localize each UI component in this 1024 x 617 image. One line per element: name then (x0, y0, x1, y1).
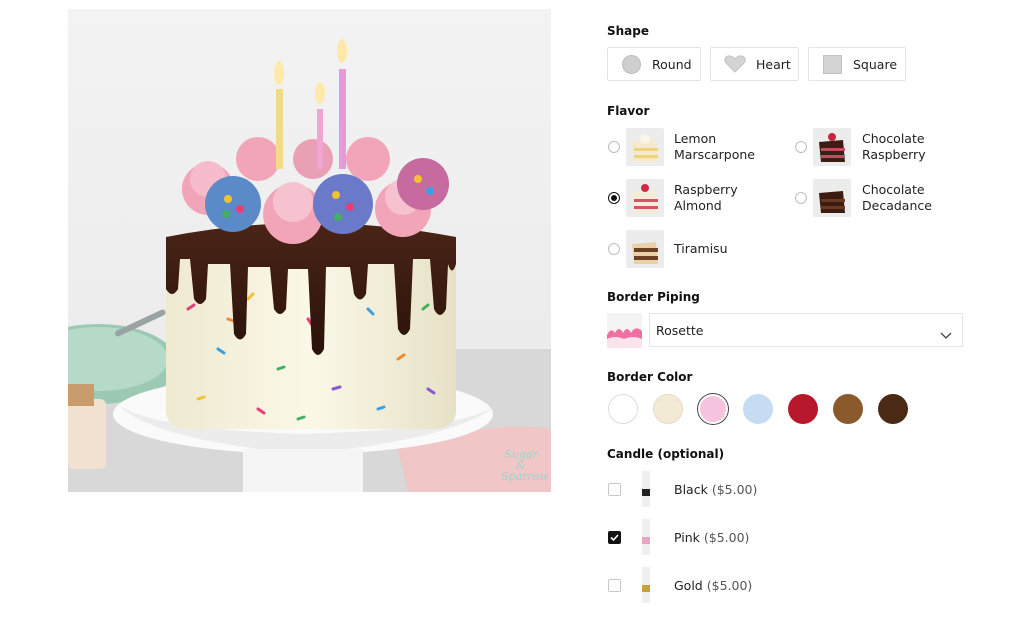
watermark: Sugar & Sparrow (501, 448, 549, 483)
flavor-thumb-lemon-marscarpone (626, 128, 664, 166)
border-piping-thumb (607, 313, 642, 348)
flavor-thumb-chocolate-raspberry (813, 128, 851, 166)
flavor-title: Flavor (607, 104, 650, 118)
checkmark-icon (610, 534, 619, 542)
shape-option-label: Square (853, 56, 898, 72)
candle-name: Black (674, 482, 708, 497)
flavor-thumb-chocolate-decadance (813, 179, 851, 217)
candle-checkbox-pink[interactable] (608, 531, 621, 544)
border-piping-value: Rosette (656, 322, 704, 338)
flavor-label: Raspberry Almond (674, 182, 738, 213)
square-icon (823, 54, 842, 74)
border-color-title: Border Color (607, 370, 693, 384)
flavor-thumb-raspberry-almond (626, 179, 664, 217)
shape-title: Shape (607, 24, 650, 38)
flavor-label: Tiramisu (674, 241, 728, 256)
candle-title: Candle (optional) (607, 447, 725, 461)
candle-price: ($5.00) (703, 530, 750, 545)
cake-image (68, 9, 551, 492)
options-panel: Shape Round Heart Square Flavor Lemon Ma… (607, 0, 987, 617)
candle-checkbox-gold[interactable] (608, 579, 621, 592)
candle-thumb-pink (640, 519, 652, 555)
flavor-thumb-tiramisu (626, 230, 664, 268)
candle-price: ($5.00) (706, 578, 753, 593)
shape-option-heart[interactable]: Heart (710, 47, 799, 81)
border-piping-title: Border Piping (607, 290, 700, 304)
flavor-label: Chocolate Decadance (862, 182, 932, 213)
candle-thumb-black (640, 471, 652, 507)
product-photo: Sugar & Sparrow (68, 9, 551, 492)
swatch-caramel[interactable] (833, 394, 863, 424)
candle-checkbox-black[interactable] (608, 483, 621, 496)
heart-icon (724, 55, 746, 73)
flavor-radio-lemon-marscarpone[interactable] (608, 141, 620, 153)
swatch-white[interactable] (608, 394, 638, 424)
swatch-cream[interactable] (653, 394, 683, 424)
flavor-radio-chocolate-raspberry[interactable] (795, 141, 807, 153)
flavor-label: Lemon Marscarpone (674, 131, 755, 162)
candle-label-pink: Pink ($5.00) (674, 530, 749, 545)
flavor-label: Chocolate Raspberry (862, 131, 926, 162)
candle-label-black: Black ($5.00) (674, 482, 757, 497)
swatch-dark-brown[interactable] (878, 394, 908, 424)
candle-name: Gold (674, 578, 703, 593)
border-piping-select[interactable]: Rosette (649, 313, 963, 347)
shape-option-label: Heart (756, 56, 791, 72)
candle-thumb-gold (640, 567, 652, 603)
candle-name: Pink (674, 530, 700, 545)
swatch-red[interactable] (788, 394, 818, 424)
shape-option-square[interactable]: Square (808, 47, 906, 81)
flavor-radio-raspberry-almond[interactable] (608, 192, 620, 204)
flavor-radio-tiramisu[interactable] (608, 243, 620, 255)
candle-price: ($5.00) (711, 482, 758, 497)
circle-icon (622, 54, 641, 74)
candle-label-gold: Gold ($5.00) (674, 578, 752, 593)
swatch-pink[interactable] (698, 394, 728, 424)
flavor-radio-chocolate-decadance[interactable] (795, 192, 807, 204)
shape-option-label: Round (652, 56, 692, 72)
shape-option-round[interactable]: Round (607, 47, 701, 81)
chevron-down-icon (940, 325, 952, 344)
swatch-light-blue[interactable] (743, 394, 773, 424)
